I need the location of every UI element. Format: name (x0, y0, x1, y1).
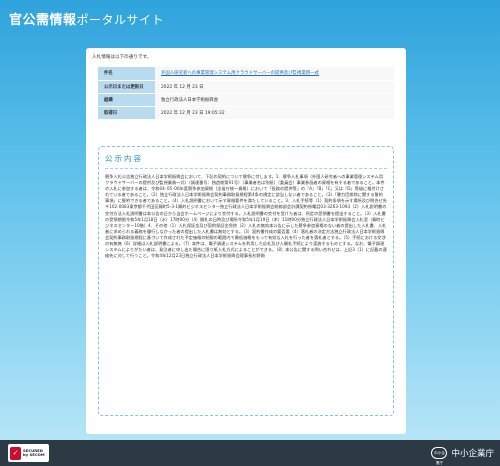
site-title[interactable]: 官公需情報ポータルサイト (9, 13, 164, 28)
table-row: 取得日 2022 年 12 月 23 日 19:05:32 (98, 106, 394, 120)
subject-link[interactable]: 外国人研究者への事業管理システム用クラウドサーバーの提供及び監視業務一式 (161, 71, 319, 76)
notice-box: 公示内容 競争入札公告独立行政法人日本学術振興会において、下記の契約について競争… (98, 146, 394, 416)
subject-label: 件名 (98, 67, 155, 81)
agency-mark-icon: 中小企業庁 (431, 447, 448, 465)
site-title-sub: ポータルサイト (76, 13, 165, 27)
retrieved-date-label: 取得日 (98, 106, 155, 120)
table-row: 組織 独立行政法人日本学術振興会 (98, 93, 394, 107)
notice-body: 競争入札公告独立行政法人日本学術振興会において、下記の契約について競争に付します… (105, 174, 387, 259)
seal-text-line-2: by SECOM (23, 452, 45, 457)
bid-info-table: 件名 外国人研究者への事業管理システム用クラウドサーバーの提供及び監視業務一式 … (98, 67, 394, 120)
table-row: 件名 外国人研究者への事業管理システム用クラウドサーバーの提供及び監視業務一式 (98, 67, 394, 81)
site-title-main: 官公需情報 (9, 13, 77, 28)
subject-value: 外国人研究者への事業管理システム用クラウドサーバーの提供及び監視業務一式 (155, 67, 394, 81)
content-card: 入札情報は以下の通りです。 件名 外国人研究者への事業管理システム用クラウドサー… (86, 48, 406, 434)
agency-logo[interactable]: 中小企業庁 中小企業庁 (431, 446, 494, 465)
notice-title: 公示内容 (105, 153, 387, 169)
site-header: 官公需情報ポータルサイト (0, 0, 500, 34)
shield-icon: ✓ (10, 446, 21, 460)
footer: ✓ SECURED by SECOM 中小企業庁 中小企業庁 (0, 440, 500, 466)
organization-value: 独立行政法人日本学術振興会 (155, 93, 394, 107)
secom-seal[interactable]: ✓ SECURED by SECOM (8, 444, 49, 462)
agency-name: 中小企業庁 (451, 449, 494, 459)
published-date-label: 公示日または更新日 (98, 80, 155, 94)
retrieved-date-value: 2022 年 12 月 23 日 19:05:32 (155, 106, 394, 120)
published-date-value: 2022 年 12 月 23 日 (155, 80, 394, 94)
table-row: 公示日または更新日 2022 年 12 月 23 日 (98, 80, 394, 94)
seal-text: SECURED by SECOM (23, 448, 45, 458)
organization-label: 組織 (98, 93, 155, 107)
intro-text: 入札情報は以下の通りです。 (92, 55, 152, 60)
